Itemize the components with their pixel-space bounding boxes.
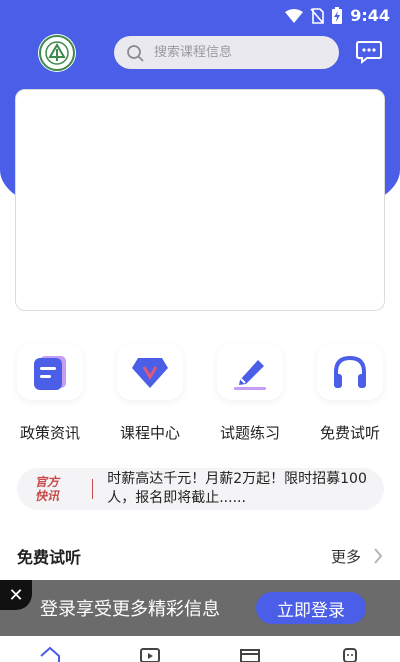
status-bar: 9:44 [0,0,400,32]
v-diamond-icon [132,358,168,388]
search-icon [127,44,144,61]
nav-free-trial[interactable]: 免费试听 [310,344,390,443]
app-logo [38,34,76,72]
divider [92,479,94,499]
wifi-icon [285,8,304,23]
document-icon [34,356,66,390]
video-icon[interactable] [139,646,161,662]
pen-icon [234,360,266,390]
login-prompt-text: 登录享受更多精彩信息 [40,599,220,620]
official-news-tag: 官方 快讯 [35,475,60,503]
nav-label: 试题练习 [219,424,280,442]
no-sim-icon [310,7,325,24]
more-link[interactable]: 更多 [331,546,383,567]
nav-label: 政策资讯 [19,424,80,442]
search-input[interactable] [154,45,324,60]
search-bar[interactable] [114,36,339,69]
nav-label: 课程中心 [119,424,180,442]
nav-exercise[interactable]: 试题练习 [210,344,290,443]
ticket-icon[interactable] [239,646,261,662]
login-prompt-bar: ✕ 登录享受更多精彩信息 立即登录 [0,580,400,636]
headphones-icon [334,355,366,388]
home-icon[interactable] [39,646,61,662]
section-title: 免费试听 [17,548,82,567]
nav-policy-news[interactable]: 政策资讯 [10,344,90,443]
more-label: 更多 [330,547,361,566]
login-button[interactable]: 立即登录 [256,592,366,624]
bottom-tab-bar [0,636,400,662]
nav-label: 免费试听 [319,424,380,442]
nav-course-center[interactable]: 课程中心 [110,344,190,443]
news-text: 时薪高达千元！月薪2万起！限时招募100人，报名即将截止...... [107,471,367,506]
close-button[interactable]: ✕ [0,580,32,610]
chevron-right-icon [374,548,383,564]
status-time: 9:44 [350,6,390,25]
profile-icon[interactable] [339,646,361,662]
banner-carousel[interactable] [15,89,385,311]
news-ticker[interactable]: 官方 快讯 时薪高达千元！月薪2万起！限时招募100人，报名即将截止...... [17,468,384,510]
battery-charging-icon [332,6,343,24]
message-icon[interactable] [356,40,382,64]
free-trial-section-header: 免费试听 更多 [17,544,383,568]
